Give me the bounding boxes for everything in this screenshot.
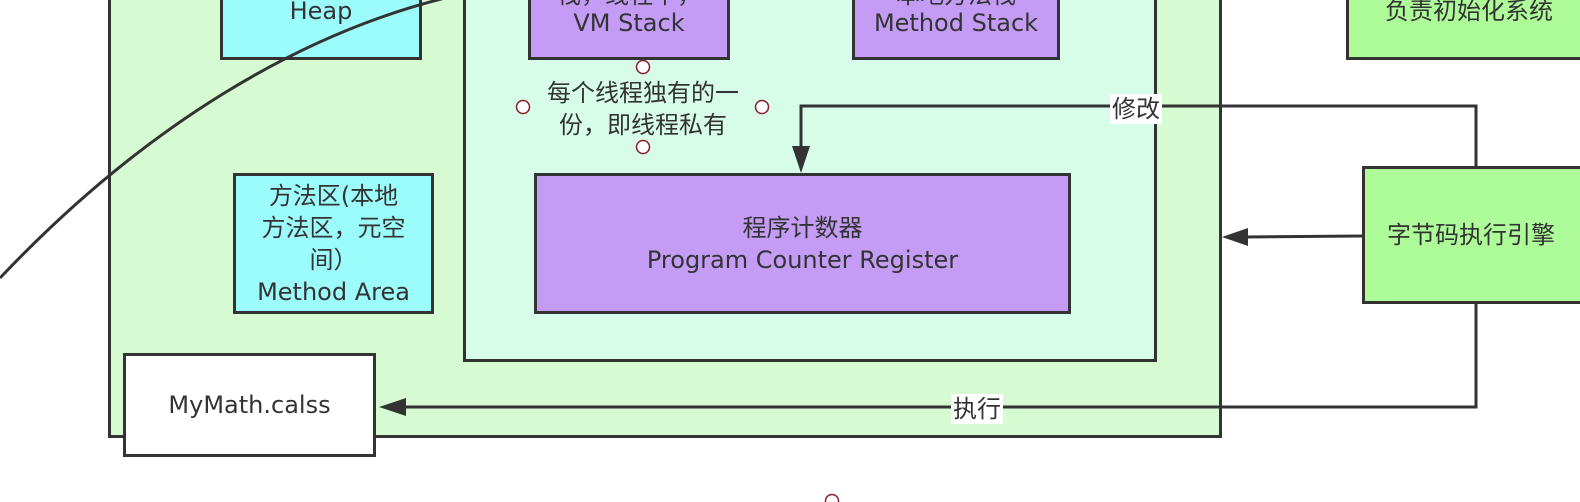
execute-edge — [404, 304, 1478, 409]
connectors-layer — [0, 0, 1478, 502]
execute-edge-label: 执行 — [951, 394, 1003, 424]
engine-to-runtime-arrowhead — [1222, 228, 1248, 246]
heap-curve-connector — [0, 0, 444, 280]
modify-edge-label: 修改 — [1110, 94, 1162, 124]
selection-handle-offscreen[interactable] — [824, 493, 840, 502]
selection-handle-bottom[interactable] — [635, 139, 651, 155]
selection-handle-right[interactable] — [754, 99, 770, 115]
selection-handle-left[interactable] — [515, 99, 531, 115]
diagram-canvas: Heap 栈，线程中， VM Stack 本地方法栈 Method Stack … — [0, 0, 1580, 502]
modify-edge-arrowhead — [792, 146, 810, 173]
engine-to-runtime-edge — [1245, 234, 1363, 239]
execute-edge-arrowhead — [379, 398, 406, 416]
selection-handle-top[interactable] — [635, 59, 651, 75]
